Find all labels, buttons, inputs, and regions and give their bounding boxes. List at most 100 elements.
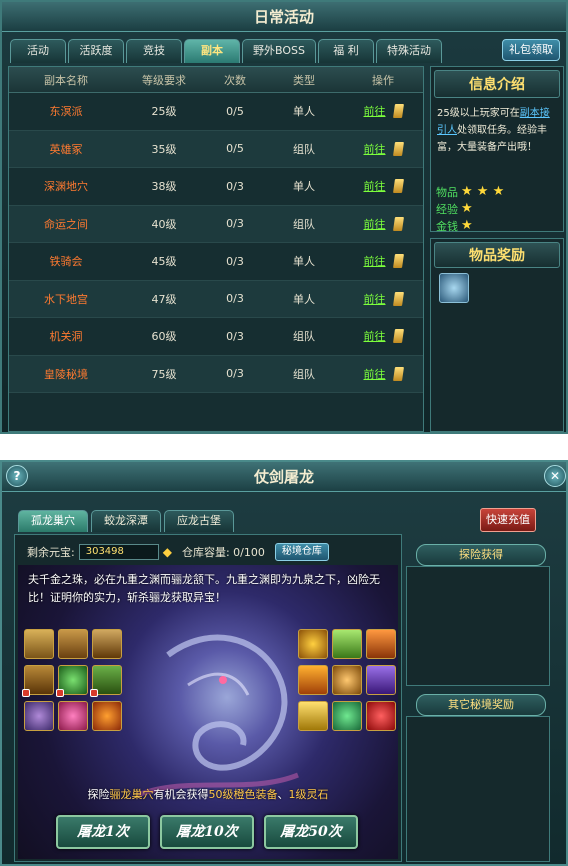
dungeon-name: 英雄冢 — [9, 131, 123, 168]
pills-icon[interactable] — [332, 665, 362, 695]
lair-content: 剩余元宝: 303498 ◆ 仓库容量: 0/100 秘境仓库 夫千金之珠，必在… — [14, 534, 402, 862]
tab-arena[interactable]: 竞技 — [126, 39, 182, 63]
tab-dungeon[interactable]: 副本 — [184, 39, 240, 63]
quick-recharge-button[interactable]: 快速充值 — [480, 508, 536, 532]
close-button[interactable]: ✕ — [544, 465, 566, 487]
goto-link[interactable]: 前往 — [364, 253, 386, 269]
bracer-icon[interactable] — [90, 665, 122, 697]
goto-link[interactable]: 前往 — [364, 216, 386, 232]
column-header: 类型 — [293, 73, 315, 87]
talisman-icon[interactable] — [366, 629, 396, 659]
gift-pack-button[interactable]: 礼包领取 — [502, 39, 560, 61]
dungeon-name: 东溟派 — [9, 93, 123, 130]
tab-field-boss[interactable]: 野外BOSS — [242, 39, 316, 63]
slay-1-button[interactable]: 屠龙1次 — [56, 815, 150, 849]
green-stone-icon[interactable] — [332, 701, 362, 731]
star-icon: ★ — [461, 218, 473, 233]
hint-item: 50级橙色装备 — [208, 788, 278, 801]
dungeon-table: 副本名称 等级要求 次数 类型 操作 东溟派 25级 0/5 单人 前往 英雄冢 35级 0/… — [8, 66, 424, 432]
reward-title: 物品奖励 — [434, 242, 560, 268]
tab-welfare[interactable]: 福 利 — [317, 39, 374, 63]
dungeon-name: 机关洞 — [9, 318, 123, 355]
goto-link[interactable]: 前往 — [364, 141, 386, 157]
scroll-icon — [392, 141, 404, 156]
help-button[interactable]: ? — [6, 465, 28, 487]
tab-special-event[interactable]: 特殊活动 — [375, 39, 442, 63]
level-requirement: 25级 — [151, 105, 177, 119]
level-requirement: 38级 — [151, 180, 177, 194]
column-header: 副本名称 — [44, 73, 88, 87]
tab-activity[interactable]: 活动 — [10, 39, 66, 63]
other-rewards-label: 其它秘境奖励 — [416, 694, 546, 716]
dungeon-type: 组队 — [293, 217, 315, 231]
explore-rewards-label: 探险获得 — [416, 544, 546, 566]
table-row: 命运之间 40级 0/3 组队 前往 — [9, 205, 423, 243]
rune-icon[interactable] — [298, 665, 328, 695]
panel-title: 日常活动 — [2, 2, 566, 32]
level-requirement: 60级 — [151, 330, 177, 344]
storage-capacity: 仓库容量: 0/100 — [181, 546, 265, 559]
gold-bar-icon[interactable] — [298, 701, 328, 731]
tab-liveness[interactable]: 活跃度 — [68, 39, 124, 63]
jade-scroll-icon[interactable] — [332, 629, 362, 659]
secret-storage-button[interactable]: 秘境仓库 — [274, 543, 329, 561]
action-cell: 前往 — [343, 131, 423, 168]
scroll-icon — [392, 366, 404, 381]
gem-icon[interactable] — [58, 701, 88, 731]
goto-link[interactable]: 前往 — [364, 178, 386, 194]
dungeon-type: 单人 — [293, 180, 315, 194]
gold-orb-icon[interactable] — [298, 629, 328, 659]
level-requirement: 35级 — [151, 142, 177, 156]
amulet-icon[interactable] — [24, 701, 54, 731]
flame-icon[interactable] — [92, 701, 122, 731]
goto-link[interactable]: 前往 — [364, 103, 386, 119]
dungeon-name: 水下地宫 — [9, 281, 123, 318]
purple-scroll-icon[interactable] — [366, 665, 396, 695]
info-text-before: 25级以上玩家可在 — [437, 108, 520, 119]
red-orb-icon[interactable] — [366, 701, 396, 731]
gauntlet-icon[interactable] — [92, 629, 122, 659]
slay-10-button[interactable]: 屠龙10次 — [160, 815, 254, 849]
goto-link[interactable]: 前往 — [364, 328, 386, 344]
helmet-icon[interactable] — [24, 629, 54, 659]
column-header: 次数 — [224, 73, 246, 87]
star-icon: ★ ★ ★ — [461, 184, 505, 199]
info-title: 信息介绍 — [434, 70, 560, 98]
column-header: 操作 — [372, 73, 394, 87]
boots-icon[interactable] — [58, 629, 88, 659]
column-header: 等级要求 — [142, 73, 186, 87]
scroll-icon — [392, 216, 404, 231]
slay-50-button[interactable]: 屠龙50次 — [264, 815, 358, 849]
attempt-count: 0/5 — [226, 104, 244, 118]
goto-link[interactable]: 前往 — [364, 366, 386, 382]
tab-dragon-pool[interactable]: 蛟龙深潭 — [91, 510, 161, 532]
goto-link[interactable]: 前往 — [364, 291, 386, 307]
table-row: 英雄冢 35级 0/5 组队 前往 — [9, 130, 423, 168]
rating-label: 金钱 — [436, 219, 458, 233]
dungeon-name-text: 水下地宫 — [44, 292, 88, 306]
attempt-count: 0/5 — [226, 142, 244, 156]
level-requirement: 40级 — [151, 217, 177, 231]
dungeon-name-text: 铁骑会 — [49, 255, 83, 269]
scroll-icon — [392, 254, 404, 269]
attempt-count: 0/3 — [226, 254, 244, 268]
table-row: 皇陵秘境 75级 0/3 组队 前往 — [9, 355, 423, 393]
tab-dragon-castle[interactable]: 应龙古堡 — [164, 510, 234, 532]
ring-icon[interactable] — [56, 665, 88, 697]
ratings: 物品 ★ ★ ★ 经验 ★ 金钱 ★ — [431, 183, 506, 234]
dungeon-name: 皇陵秘境 — [9, 356, 123, 393]
armor-item-icon[interactable] — [439, 273, 469, 303]
dungeon-type: 单人 — [293, 292, 315, 306]
attempt-count: 0/3 — [226, 367, 244, 381]
attempt-count: 0/3 — [226, 292, 244, 306]
activity-tabs: 活动 活跃度 竞技 副本 野外BOSS 福 利 特殊活动 — [10, 39, 442, 63]
tab-dragon-lair[interactable]: 孤龙巢穴 — [18, 510, 88, 532]
scroll-icon — [392, 329, 404, 344]
scroll-icon — [392, 179, 404, 194]
rating-label: 物品 — [436, 185, 458, 199]
dragon-slay-panel: 仗剑屠龙 ? ✕ 孤龙巢穴 蛟龙深潭 应龙古堡 快速充值 剩余元宝: 30349… — [0, 460, 568, 866]
dungeon-type: 单人 — [293, 255, 315, 269]
attempt-count: 0/3 — [226, 179, 244, 193]
attempt-count: 0/3 — [226, 329, 244, 343]
belt-icon[interactable] — [22, 665, 54, 697]
